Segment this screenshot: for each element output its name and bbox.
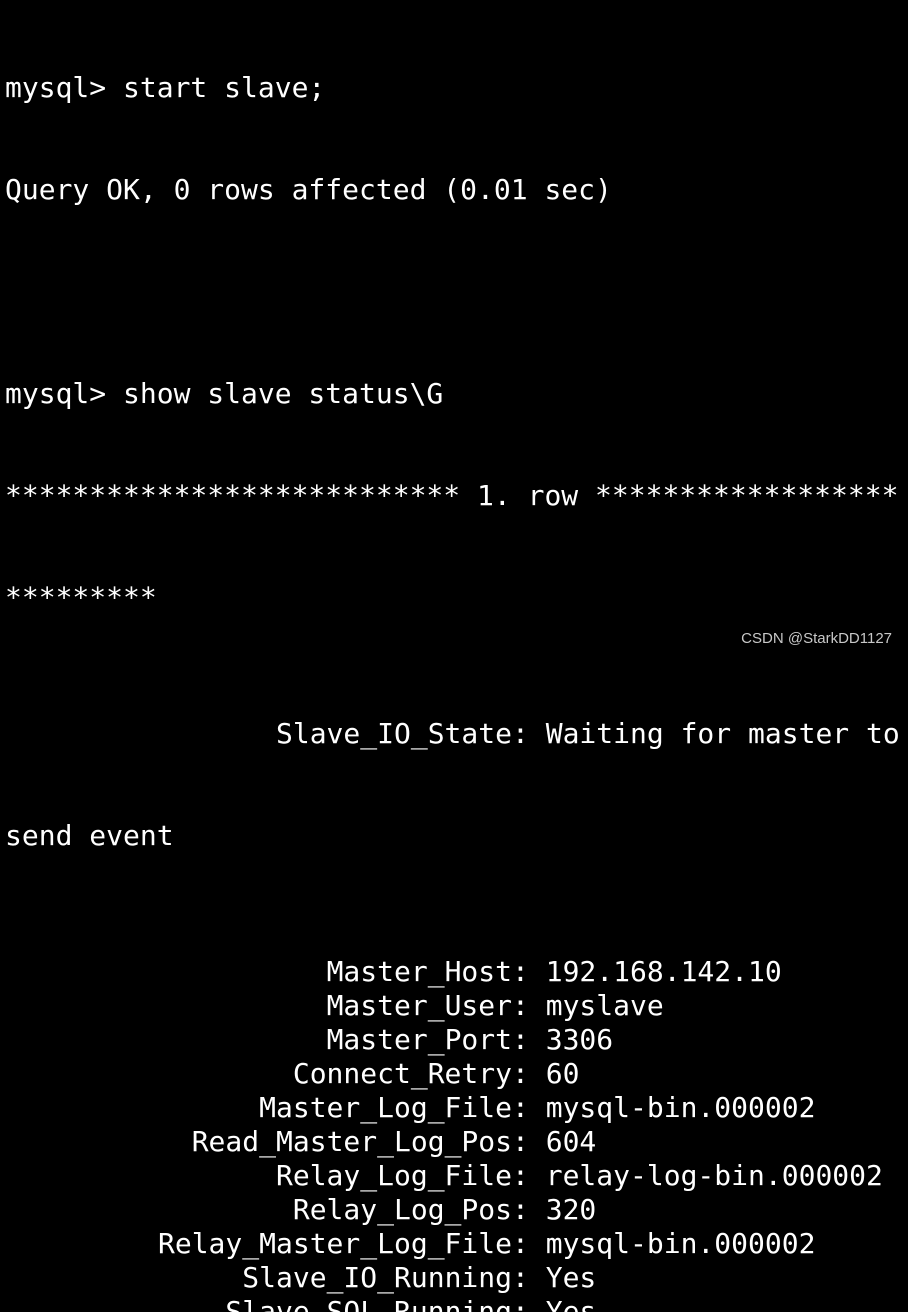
field-key: Master_Log_File <box>259 1091 512 1124</box>
terminal-output[interactable]: mysql> start slave; Query OK, 0 rows aff… <box>5 3 908 1312</box>
field-separator: : <box>512 1125 546 1158</box>
status-field-row: Master_Host: 192.168.142.10 <box>5 955 908 989</box>
field-value: mysql-bin.000002 <box>545 1227 816 1260</box>
field-key: Slave_IO_State <box>275 717 512 750</box>
field-key: Relay_Log_Pos <box>292 1193 512 1226</box>
field-value: 192.168.142.10 <box>545 955 782 988</box>
status-field-row: Relay_Master_Log_File: mysql-bin.000002 <box>5 1227 908 1261</box>
field-value: 320 <box>545 1193 597 1226</box>
field-key: Read_Master_Log_Pos <box>191 1125 512 1158</box>
field-key: Master_Port <box>326 1023 512 1056</box>
field-slave-io-state: Slave_IO_State: Waiting for master to <box>5 717 908 751</box>
field-key: Relay_Log_File <box>275 1159 512 1192</box>
field-value: myslave <box>545 989 664 1022</box>
field-separator: : <box>512 1159 546 1192</box>
field-key: Master_Host <box>326 955 512 988</box>
query-result: Query OK, 0 rows affected (0.01 sec) <box>5 173 612 206</box>
command-start-slave: mysql> start slave; <box>5 71 326 104</box>
status-field-row: Read_Master_Log_Pos: 604 <box>5 1125 908 1159</box>
field-separator: : <box>512 717 546 750</box>
field-value: relay-log-bin.000002 <box>545 1159 883 1192</box>
status-field-row: Slave_IO_Running: Yes <box>5 1261 908 1295</box>
row-header-banner: *************************** 1. row *****… <box>5 479 899 512</box>
field-separator: : <box>512 1227 546 1260</box>
field-separator: : <box>512 1023 546 1056</box>
field-value: 604 <box>545 1125 597 1158</box>
field-separator: : <box>512 1261 546 1294</box>
watermark: CSDN @StarkDD1127 <box>741 630 892 647</box>
field-key: Slave_SQL_Running <box>225 1295 512 1312</box>
field-key: Connect_Retry <box>292 1057 512 1090</box>
field-separator: : <box>512 1091 546 1124</box>
field-separator: : <box>512 955 546 988</box>
field-value: 60 <box>545 1057 580 1090</box>
field-separator: : <box>512 1193 546 1226</box>
status-field-row: Master_Port: 3306 <box>5 1023 908 1057</box>
status-fields: Master_Host: 192.168.142.10 Master_User: … <box>5 955 908 1312</box>
field-value: Waiting for master to <box>545 717 900 750</box>
status-field-row: Relay_Log_Pos: 320 <box>5 1193 908 1227</box>
field-key: Master_User <box>326 989 512 1022</box>
field-value: mysql-bin.000002 <box>545 1091 816 1124</box>
field-key: Relay_Master_Log_File <box>157 1227 512 1260</box>
field-slave-io-state-wrap: send event <box>5 819 174 852</box>
status-field-row: Master_User: myslave <box>5 989 908 1023</box>
field-value: 3306 <box>545 1023 614 1056</box>
field-separator: : <box>512 1057 546 1090</box>
field-separator: : <box>512 989 546 1022</box>
field-separator: : <box>512 1295 546 1312</box>
status-field-row: Slave_SQL_Running: Yes <box>5 1295 908 1312</box>
field-value: Yes <box>545 1295 597 1312</box>
status-field-row: Relay_Log_File: relay-log-bin.000002 <box>5 1159 908 1193</box>
status-field-row: Master_Log_File: mysql-bin.000002 <box>5 1091 908 1125</box>
command-show-slave-status: mysql> show slave status\G <box>5 377 444 410</box>
field-value: Yes <box>545 1261 597 1294</box>
field-key: Slave_IO_Running <box>242 1261 512 1294</box>
status-field-row: Connect_Retry: 60 <box>5 1057 908 1091</box>
row-header-banner-wrap: ********* <box>5 581 157 614</box>
